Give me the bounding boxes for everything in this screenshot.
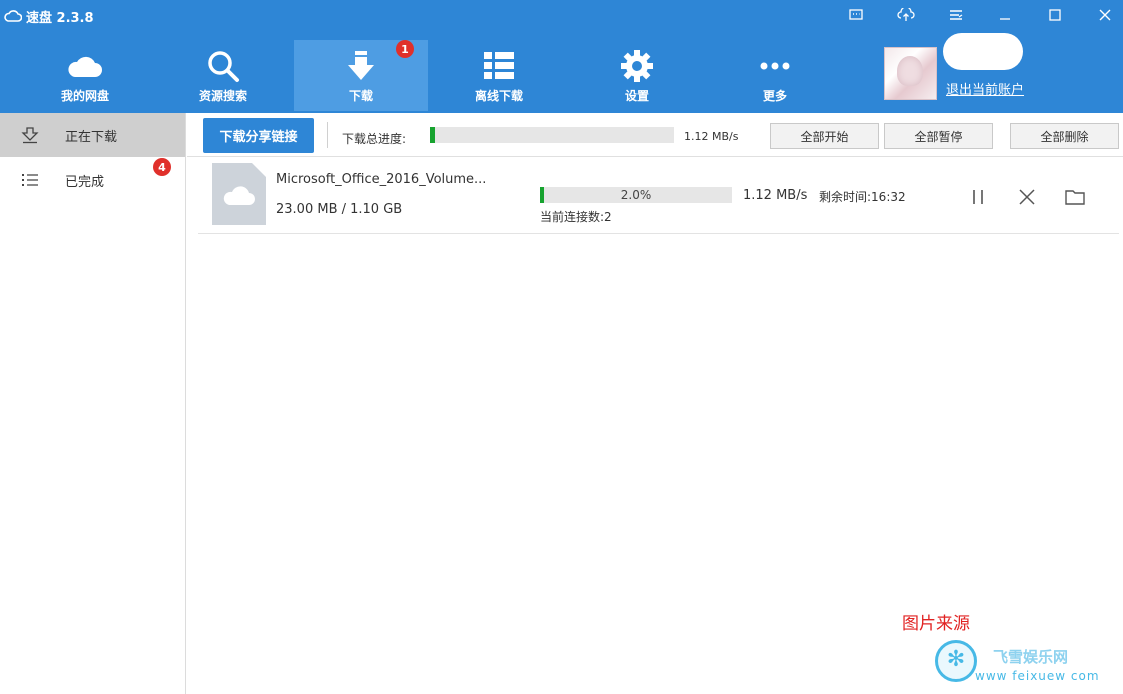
nav-label: 我的网盘 <box>60 89 109 103</box>
app-title-text: 速盘 2.3.8 <box>26 10 94 26</box>
start-all-button[interactable]: 全部开始 <box>770 123 879 149</box>
folder-icon[interactable] <box>1063 185 1087 209</box>
downloading-icon <box>21 127 39 144</box>
row-progress-percent: 2.0% <box>620 188 652 202</box>
upload-cloud-icon[interactable] <box>894 4 918 26</box>
nav-label: 下载 <box>348 89 373 103</box>
download-share-link-button[interactable]: 下载分享链接 <box>203 118 314 153</box>
toolbar: 下载分享链接 下载总进度: 1.12 MB/s 全部开始 全部暂停 全部删除 <box>187 113 1123 157</box>
delete-all-button[interactable]: 全部删除 <box>1010 123 1119 149</box>
avatar[interactable] <box>884 47 937 100</box>
sidebar: 正在下载 已完成 4 <box>0 113 186 694</box>
total-progress-fill <box>430 127 435 143</box>
time-remaining: 剩余时间:16:32 <box>819 190 906 204</box>
cloud-icon <box>68 56 102 77</box>
total-progress-bar <box>430 127 674 143</box>
total-speed: 1.12 MB/s <box>684 130 739 143</box>
file-name: Microsoft_Office_2016_Volume... <box>276 172 487 187</box>
minimize-icon[interactable] <box>993 4 1017 26</box>
total-progress-label: 下载总进度: <box>342 132 407 146</box>
pause-all-button[interactable]: 全部暂停 <box>884 123 993 149</box>
row-speed: 1.12 MB/s <box>743 188 808 203</box>
more-icon <box>760 62 790 70</box>
username-pill <box>943 33 1023 70</box>
feedback-icon[interactable] <box>844 4 868 26</box>
close-icon[interactable] <box>1093 4 1117 26</box>
watermark-logo-icon <box>935 640 977 682</box>
nav-label: 设置 <box>624 89 649 103</box>
completed-count-badge: 4 <box>153 158 171 176</box>
list-icon <box>484 52 514 79</box>
nav-my-drive[interactable]: 我的网盘 <box>18 40 152 111</box>
nav-settings[interactable]: 设置 <box>570 40 704 111</box>
row-progress-bar: 2.0% <box>540 187 732 203</box>
nav-resource-search[interactable]: 资源搜索 <box>156 40 290 111</box>
cloud-logo-icon <box>4 10 22 22</box>
pause-icon[interactable] <box>966 185 990 209</box>
nav-offline-download[interactable]: 离线下载 <box>432 40 566 111</box>
gear-icon <box>621 50 653 82</box>
menu-icon[interactable] <box>944 4 968 26</box>
watermark-caption: 图片来源 <box>902 614 970 634</box>
delete-x-icon[interactable] <box>1015 185 1039 209</box>
watermark-site-cn: 飞雪娱乐网 <box>993 648 1069 666</box>
download-count-badge: 1 <box>396 40 414 58</box>
file-cloud-icon <box>212 163 266 225</box>
nav-label: 资源搜索 <box>198 89 247 103</box>
logout-link[interactable]: 退出当前账户 <box>946 79 1024 98</box>
top-bar: 速盘 2.3.8 我的网盘 资源搜索 下载 1 离线下载 设置 更多 退出当前账… <box>0 0 1123 113</box>
download-row[interactable]: Microsoft_Office_2016_Volume... 23.00 MB… <box>198 159 1119 234</box>
sidebar-item-completed[interactable]: 已完成 4 <box>0 158 185 202</box>
sidebar-item-downloading[interactable]: 正在下载 <box>0 113 185 157</box>
watermark-site-en: www feixuew com <box>975 669 1100 683</box>
nav-label: 更多 <box>762 89 787 103</box>
download-icon <box>348 51 374 80</box>
list-bullets-icon <box>22 174 38 186</box>
nav-more[interactable]: 更多 <box>708 40 842 111</box>
file-size: 23.00 MB / 1.10 GB <box>276 202 403 217</box>
toolbar-divider <box>327 122 328 148</box>
search-icon <box>208 51 239 82</box>
app-title: 速盘 2.3.8 <box>4 6 94 26</box>
sidebar-item-label: 正在下载 <box>65 130 118 145</box>
nav-download[interactable]: 下载 1 <box>294 40 428 111</box>
nav-label: 离线下载 <box>474 89 523 103</box>
sidebar-item-label: 已完成 <box>65 175 105 190</box>
maximize-icon[interactable] <box>1043 4 1067 26</box>
connection-count: 当前连接数:2 <box>540 210 612 224</box>
